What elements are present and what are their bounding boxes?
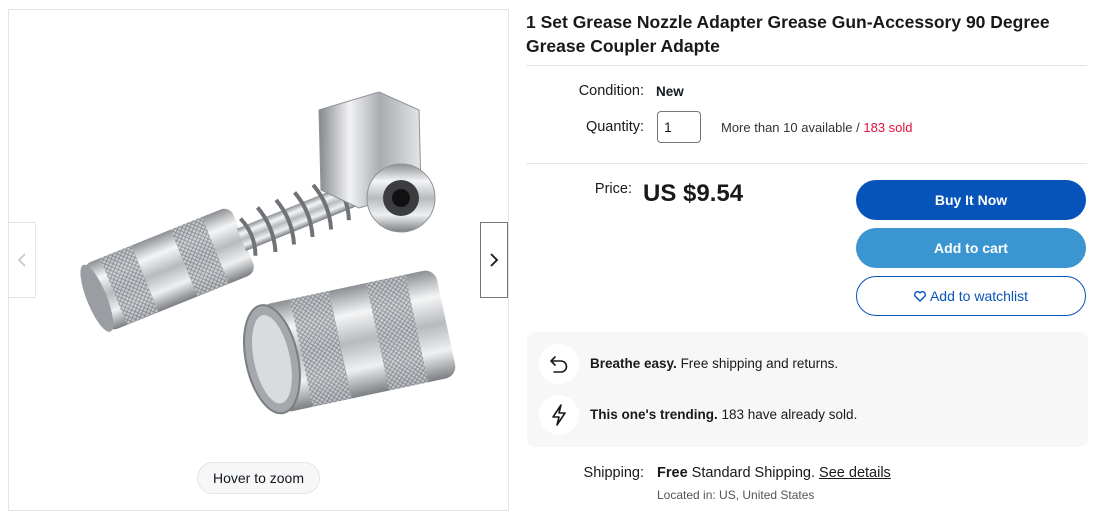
return-arrow-icon [539, 344, 579, 384]
availability-text: More than 10 available / 183 sold [721, 120, 913, 135]
item-location: Located in: US, United States [657, 488, 815, 502]
highlight-strong: This one's trending. [590, 407, 718, 422]
condition-value: New [656, 84, 684, 99]
highlight-trending: This one's trending. 183 have already so… [590, 407, 857, 422]
lightning-icon [539, 395, 579, 435]
buy-it-now-button[interactable]: Buy It Now [856, 180, 1086, 220]
highlights-panel: Breathe easy. Free shipping and returns.… [527, 332, 1088, 447]
availability-count: More than 10 available [721, 120, 853, 135]
watchlist-label: Add to watchlist [929, 288, 1029, 304]
chevron-right-icon [490, 253, 499, 267]
image-gallery: Hover to zoom [8, 9, 509, 511]
highlight-text: 183 have already sold. [717, 407, 858, 422]
next-image-button[interactable] [480, 222, 508, 298]
highlight-free-shipping: Breathe easy. Free shipping and returns. [590, 356, 838, 371]
chevron-left-icon [17, 253, 26, 267]
quantity-label: Quantity: [585, 119, 644, 135]
product-image[interactable] [49, 80, 469, 470]
add-to-cart-button[interactable]: Add to cart [856, 228, 1086, 268]
highlight-strong: Breathe easy. [590, 356, 677, 371]
price-value: US $9.54 [643, 180, 744, 207]
condition-label: Condition: [578, 83, 644, 99]
shipping-info: Free Standard Shipping. See details [657, 465, 891, 481]
listing-title: 1 Set Grease Nozzle Adapter Grease Gun-A… [526, 12, 1050, 56]
see-details-link[interactable]: See details [819, 465, 891, 481]
quantity-input[interactable]: 1 [657, 111, 701, 143]
add-to-watchlist-button[interactable]: Add to watchlist [856, 276, 1086, 316]
shipping-method: Standard Shipping. [687, 465, 820, 481]
hover-to-zoom-hint: Hover to zoom [197, 462, 320, 494]
highlight-text: Free shipping and returns. [676, 356, 839, 371]
availability-separator: / [852, 120, 864, 135]
sold-count[interactable]: 183 sold [863, 120, 912, 135]
price-label: Price: [594, 181, 632, 197]
heart-icon [914, 290, 926, 302]
previous-image-button[interactable] [8, 222, 36, 298]
divider [526, 65, 1087, 66]
shipping-free: Free [657, 465, 688, 481]
divider [526, 163, 1087, 164]
shipping-label: Shipping: [583, 465, 644, 481]
